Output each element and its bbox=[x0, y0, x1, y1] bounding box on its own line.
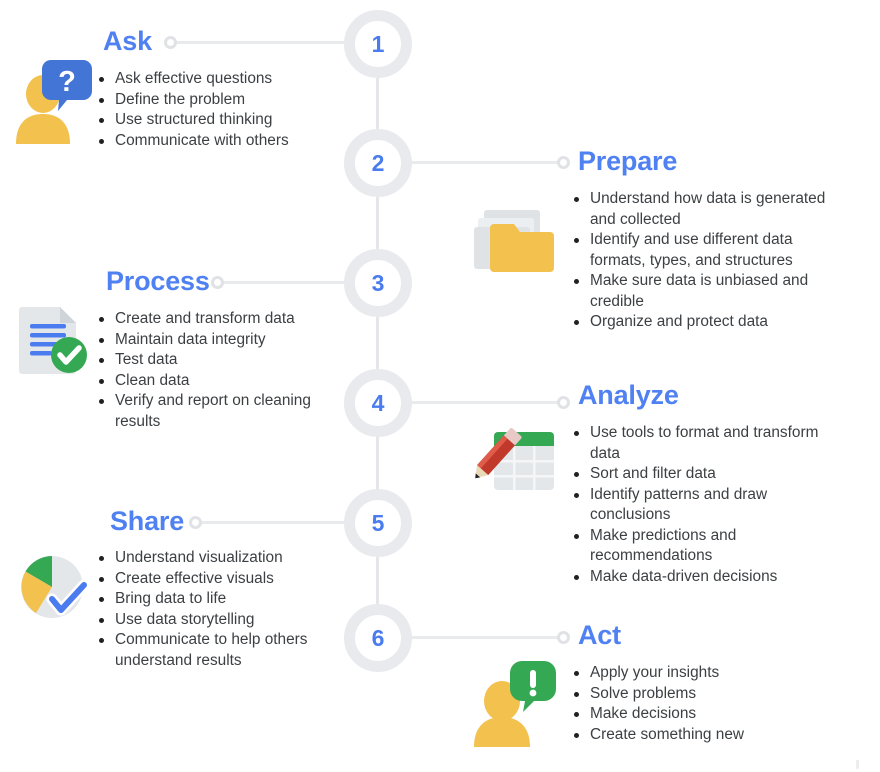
connector-dot-6 bbox=[557, 631, 570, 644]
step-title-share: Share bbox=[110, 506, 185, 536]
step-node-6[interactable]: 6 bbox=[344, 604, 412, 672]
connector-line-6 bbox=[410, 636, 564, 639]
connector-dot-5 bbox=[189, 516, 202, 529]
connector-line-2 bbox=[410, 161, 564, 164]
step-title-process: Process bbox=[106, 266, 210, 296]
page-corner-artifact bbox=[856, 760, 859, 769]
spine-segment-5-6 bbox=[376, 557, 379, 605]
connector-dot-1 bbox=[164, 36, 177, 49]
list-item: Verify and report on cleaning results bbox=[96, 391, 346, 432]
list-item: Ask effective questions bbox=[96, 69, 346, 90]
step-5-bullet-list: Understand visualization Create effectiv… bbox=[96, 548, 311, 671]
spine-segment-2-3 bbox=[376, 197, 379, 249]
step-3-bullet-list: Create and transform data Maintain data … bbox=[96, 309, 346, 432]
folder-files-icon bbox=[472, 208, 558, 279]
spine-segment-3-4 bbox=[376, 317, 379, 369]
list-item: Create something new bbox=[571, 725, 821, 746]
list-item: Make predictions and recommendations bbox=[571, 526, 849, 567]
step-number-3: 3 bbox=[371, 269, 385, 296]
list-item: Understand visualization bbox=[96, 548, 311, 569]
list-item: Clean data bbox=[96, 371, 346, 392]
list-item: Test data bbox=[96, 350, 346, 371]
spreadsheet-pencil-icon bbox=[462, 428, 558, 501]
pie-chart-check-icon bbox=[14, 551, 92, 628]
step-number-1: 1 bbox=[371, 30, 385, 57]
list-item: Sort and filter data bbox=[571, 464, 849, 485]
step-6-act: Act bbox=[578, 622, 621, 649]
step-number-6: 6 bbox=[371, 624, 385, 651]
step-4-analyze: Analyze bbox=[578, 382, 679, 409]
connector-line-1 bbox=[170, 41, 346, 44]
step-title-prepare: Prepare bbox=[578, 146, 678, 176]
person-question-icon: ? bbox=[8, 56, 92, 149]
step-node-4[interactable]: 4 bbox=[344, 369, 412, 437]
step-node-5[interactable]: 5 bbox=[344, 489, 412, 557]
step-title-act: Act bbox=[578, 620, 621, 650]
list-item: Use structured thinking bbox=[96, 110, 346, 131]
step-2-bullet-list: Understand how data is generated and col… bbox=[571, 189, 829, 333]
list-item: Create effective visuals bbox=[96, 569, 311, 590]
list-item: Communicate with others bbox=[96, 131, 346, 152]
step-title-ask: Ask bbox=[103, 26, 152, 56]
connector-dot-3 bbox=[211, 276, 224, 289]
spine-segment-1-2 bbox=[376, 77, 379, 129]
list-item: Use tools to format and transform data bbox=[571, 423, 849, 464]
connector-line-4 bbox=[410, 401, 564, 404]
step-number-5: 5 bbox=[371, 509, 385, 536]
list-item: Apply your insights bbox=[571, 663, 821, 684]
list-item: Make sure data is unbiased and credible bbox=[571, 271, 829, 312]
connector-line-3 bbox=[218, 281, 346, 284]
connector-dot-2 bbox=[557, 156, 570, 169]
list-item: Identify and use different data formats,… bbox=[571, 230, 829, 271]
step-1-ask: Ask bbox=[103, 28, 152, 55]
list-item: Create and transform data bbox=[96, 309, 346, 330]
connector-line-5 bbox=[196, 521, 346, 524]
list-item: Use data storytelling bbox=[96, 610, 311, 631]
step-node-2[interactable]: 2 bbox=[344, 129, 412, 197]
list-item: Identify patterns and draw conclusions bbox=[571, 485, 849, 526]
list-item: Bring data to life bbox=[96, 589, 311, 610]
process-infographic: 1 Ask ? Ask effective questions Define t… bbox=[0, 0, 880, 772]
step-2-prepare: Prepare bbox=[578, 148, 677, 175]
list-item: Organize and protect data bbox=[571, 312, 829, 333]
step-number-4: 4 bbox=[371, 389, 385, 416]
person-exclaim-icon bbox=[466, 659, 558, 752]
list-item: Define the problem bbox=[96, 90, 346, 111]
list-item: Maintain data integrity bbox=[96, 330, 346, 351]
list-item: Understand how data is generated and col… bbox=[571, 189, 829, 230]
list-item: Make data-driven decisions bbox=[571, 567, 849, 588]
step-4-bullet-list: Use tools to format and transform data S… bbox=[571, 423, 849, 587]
list-item: Make decisions bbox=[571, 704, 821, 725]
step-5-share: Share bbox=[110, 508, 184, 535]
step-node-1[interactable]: 1 bbox=[344, 10, 412, 78]
spine-segment-4-5 bbox=[376, 436, 379, 490]
step-1-bullet-list: Ask effective questions Define the probl… bbox=[96, 69, 346, 151]
svg-text:?: ? bbox=[58, 66, 76, 98]
list-item: Solve problems bbox=[571, 684, 821, 705]
step-number-2: 2 bbox=[371, 149, 385, 176]
connector-dot-4 bbox=[557, 396, 570, 409]
step-3-process: Process bbox=[106, 268, 210, 295]
document-check-icon bbox=[18, 303, 94, 382]
list-item: Communicate to help others understand re… bbox=[96, 630, 311, 671]
step-node-3[interactable]: 3 bbox=[344, 249, 412, 317]
step-6-bullet-list: Apply your insights Solve problems Make … bbox=[571, 663, 821, 745]
step-title-analyze: Analyze bbox=[578, 380, 679, 410]
